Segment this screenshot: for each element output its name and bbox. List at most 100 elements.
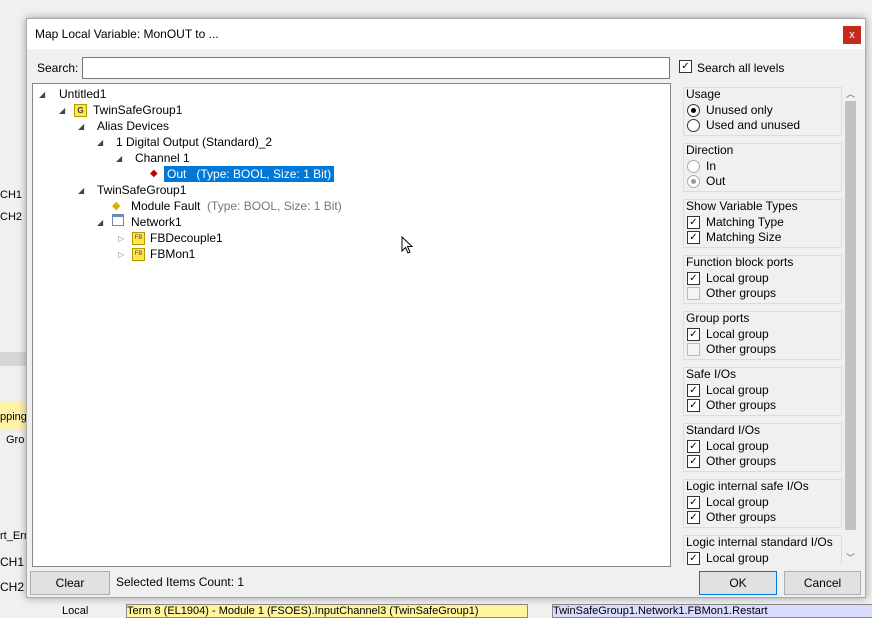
tree-node-fbdecouple[interactable]: FBDecouple1: [150, 231, 223, 245]
safe-io-other-label: Other groups: [706, 398, 777, 412]
cancel-button[interactable]: Cancel: [784, 571, 861, 595]
mouse-cursor-icon: [401, 236, 414, 254]
logic-std-local-label: Local group: [706, 551, 769, 565]
bg-mapping-cell-1: Term 8 (EL1904) - Module 1 (FSOES).Input…: [126, 604, 528, 618]
logic-safe-local-checkbox[interactable]: ✓: [687, 496, 700, 509]
bg-row-local: Local: [62, 605, 89, 617]
title-bar: Map Local Variable: MonOUT to ... x: [27, 19, 865, 49]
bg-row-ch1: CH1: [0, 555, 25, 569]
std-io-title: Standard I/Os: [686, 423, 761, 437]
safe-io-other-checkbox[interactable]: ✓: [687, 399, 700, 412]
red-diamond-icon: ◆: [150, 168, 158, 179]
tree-node-digital-output[interactable]: 1 Digital Output (Standard)_2: [116, 135, 272, 149]
safe-io-local-label: Local group: [706, 383, 769, 397]
search-label: Search:: [37, 61, 79, 75]
usage-title: Usage: [686, 87, 721, 101]
matching-size-checkbox[interactable]: ✓: [687, 231, 700, 244]
expand-triangle-icon[interactable]: ◢: [59, 106, 65, 115]
bg-row-ch2: CH2: [0, 580, 25, 594]
tree-node-out-selected[interactable]: Out (Type: BOOL, Size: 1 Bit): [164, 166, 335, 182]
std-io-local-label: Local group: [706, 439, 769, 453]
search-all-levels-label: Search all levels: [697, 61, 785, 75]
expand-triangle-icon[interactable]: ◢: [78, 122, 84, 131]
fb-ports-local-checkbox[interactable]: ✓: [687, 272, 700, 285]
function-block-icon: FB: [132, 232, 145, 245]
tree-node-fbmon[interactable]: FBMon1: [150, 247, 195, 261]
bg-mapping-cell-2: TwinSafeGroup1.Network1.FBMon1.Restart: [552, 604, 872, 618]
filter-scrollbar[interactable]: ︿ ﹀: [843, 85, 858, 565]
search-all-levels-checkbox[interactable]: ✓: [679, 60, 692, 73]
variable-tree[interactable]: ◢ Untitled1 ◢ G TwinSafeGroup1 ◢ Alias D…: [32, 83, 671, 567]
group-ports-local-checkbox[interactable]: ✓: [687, 328, 700, 341]
matching-type-label: Matching Type: [706, 215, 784, 229]
std-io-other-checkbox[interactable]: ✓: [687, 455, 700, 468]
expand-triangle-icon[interactable]: ◢: [116, 154, 122, 163]
unused-only-label: Unused only: [706, 103, 773, 117]
bg-scrollbar: [0, 352, 26, 366]
group-ports-title: Group ports: [686, 311, 750, 325]
tree-node-network[interactable]: Network1: [131, 215, 182, 229]
tree-node-group[interactable]: TwinSafeGroup1: [93, 103, 182, 117]
tree-node-channel[interactable]: Channel 1: [135, 151, 190, 165]
bg-label-err: rt_Err: [0, 530, 28, 542]
close-button[interactable]: x: [843, 26, 861, 44]
collapsed-triangle-icon[interactable]: ▷: [118, 250, 124, 259]
group-ports-local-label: Local group: [706, 327, 769, 341]
logic-safe-other-label: Other groups: [706, 510, 777, 524]
out-name: Out: [167, 167, 187, 181]
group-ports-other-checkbox[interactable]: [687, 343, 700, 356]
used-and-unused-label: Used and unused: [706, 118, 801, 132]
fb-ports-local-label: Local group: [706, 271, 769, 285]
tree-node-module-fault[interactable]: Module Fault (Type: BOOL, Size: 1 Bit): [131, 199, 342, 213]
module-fault-type: (Type: BOOL, Size: 1 Bit): [207, 199, 342, 213]
selected-items-count: Selected Items Count: 1: [116, 575, 245, 589]
scroll-up-icon[interactable]: ︿: [846, 87, 855, 100]
safe-io-local-checkbox[interactable]: ✓: [687, 384, 700, 397]
matching-type-checkbox[interactable]: ✓: [687, 216, 700, 229]
ok-button[interactable]: OK: [699, 571, 777, 595]
direction-title: Direction: [686, 143, 734, 157]
bg-tab-mapping: pping: [0, 411, 27, 423]
search-input[interactable]: [82, 57, 670, 79]
scroll-thumb[interactable]: [845, 101, 856, 530]
unused-only-radio[interactable]: [687, 104, 700, 117]
network-icon: [112, 214, 124, 226]
function-block-icon: FB: [132, 248, 145, 261]
clear-button[interactable]: Clear: [30, 571, 110, 595]
expand-triangle-icon[interactable]: ◢: [97, 218, 103, 227]
tree-node-alias-devices[interactable]: Alias Devices: [97, 119, 169, 133]
direction-out-label: Out: [706, 174, 726, 188]
fb-ports-other-checkbox[interactable]: [687, 287, 700, 300]
filter-panel: Usage Unused only Used and unused Direct…: [678, 83, 860, 565]
direction-in-label: In: [706, 159, 717, 173]
fb-ports-title: Function block ports: [686, 255, 794, 269]
dialog-title: Map Local Variable: MonOUT to ...: [35, 27, 219, 41]
expand-triangle-icon[interactable]: ◢: [78, 186, 84, 195]
collapsed-triangle-icon[interactable]: ▷: [118, 234, 124, 243]
tree-node-group-2[interactable]: TwinSafeGroup1: [97, 183, 186, 197]
expand-triangle-icon[interactable]: ◢: [97, 138, 103, 147]
bg-label-ch2: CH2: [0, 211, 23, 223]
logic-std-local-checkbox[interactable]: ✓: [687, 552, 700, 565]
direction-out-radio[interactable]: [687, 175, 700, 188]
map-variable-dialog: Map Local Variable: MonOUT to ... x Sear…: [26, 18, 866, 598]
yellow-diamond-icon: ◆: [112, 200, 121, 212]
variable-types-title: Show Variable Types: [686, 199, 798, 213]
logic-std-title: Logic internal standard I/Os: [686, 535, 833, 549]
fb-ports-other-label: Other groups: [706, 286, 777, 300]
out-type: (Type: BOOL, Size: 1 Bit): [196, 167, 332, 181]
matching-size-label: Matching Size: [706, 230, 782, 244]
module-fault-name: Module Fault: [131, 199, 201, 213]
bg-label-ch1: CH1: [0, 189, 23, 201]
logic-safe-other-checkbox[interactable]: ✓: [687, 511, 700, 524]
direction-in-radio[interactable]: [687, 160, 700, 173]
std-io-local-checkbox[interactable]: ✓: [687, 440, 700, 453]
used-and-unused-radio[interactable]: [687, 119, 700, 132]
safe-io-title: Safe I/Os: [686, 367, 737, 381]
logic-safe-local-label: Local group: [706, 495, 769, 509]
std-io-other-label: Other groups: [706, 454, 777, 468]
expand-triangle-icon[interactable]: ◢: [39, 90, 45, 99]
logic-safe-title: Logic internal safe I/Os: [686, 479, 809, 493]
scroll-down-icon[interactable]: ﹀: [846, 551, 855, 564]
tree-node-root[interactable]: Untitled1: [59, 87, 106, 101]
